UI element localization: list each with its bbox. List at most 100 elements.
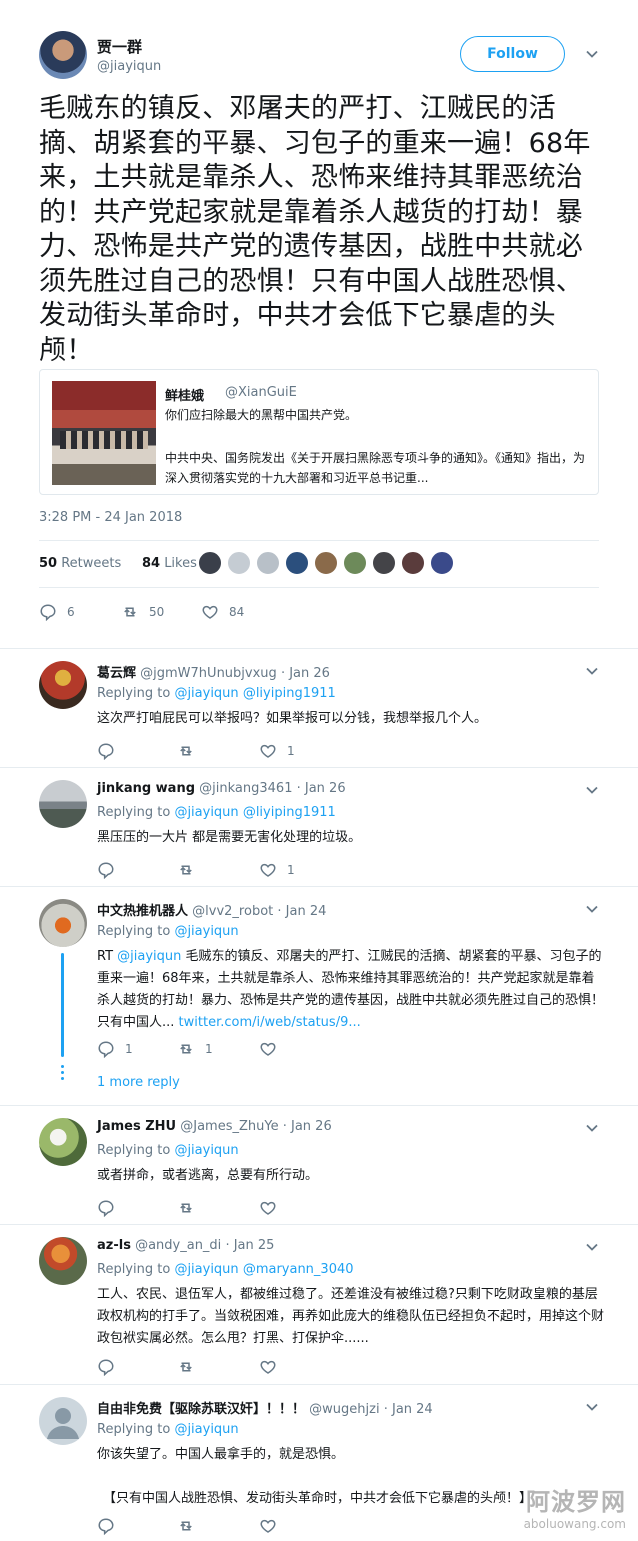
chevron-down-icon[interactable] [585,1240,599,1254]
reply-item[interactable]: az-ls @andy_an_di · Jan 25 Replying to @… [0,1224,638,1384]
mention-link[interactable]: @liyiping1911 [243,805,336,820]
reply-avatar[interactable] [39,1118,87,1166]
retweets-count[interactable]: 50 [39,556,57,571]
reply-item[interactable]: 中文热推机器人 @lvv2_robot · Jan 24 Replying to… [0,886,638,1105]
liker-avatar[interactable] [227,551,251,575]
reply-author-name[interactable]: az-ls [97,1238,131,1253]
like-action[interactable] [259,1039,287,1059]
quoted-text-line2: 中共中央、国务院发出《关于开展扫黑除恶专项斗争的通知》。《通知》指出，为深入贯彻… [165,451,586,485]
reply-action[interactable]: 6 [39,602,75,622]
reply-date[interactable]: Jan 26 [305,781,346,796]
retweet-action[interactable] [177,860,205,880]
liker-avatar[interactable] [256,551,280,575]
liker-avatar[interactable] [343,551,367,575]
follow-button[interactable]: Follow [460,36,565,72]
chevron-down-icon[interactable] [585,1121,599,1135]
author-avatar[interactable] [39,31,87,79]
reply-action[interactable] [97,1357,125,1377]
reply-text: 黑压压的一大片 都是需要无害化处理的垃圾。 [97,830,362,845]
reply-action[interactable] [97,860,125,880]
reply-icon [98,1359,114,1376]
reply-action[interactable] [97,1516,125,1536]
mention-link[interactable]: @jiayiqun [117,949,181,964]
likes-count[interactable]: 84 [142,556,160,571]
like-action[interactable] [259,1516,287,1536]
reply-author-handle[interactable]: @wugehjzi [309,1402,379,1417]
retweet-action[interactable] [177,1516,205,1536]
reply-date[interactable]: Jan 25 [234,1238,275,1253]
reply-author-name[interactable]: jinkang wang [97,781,195,796]
reply-date[interactable]: Jan 26 [291,1119,332,1134]
divider [39,540,599,541]
reply-item[interactable]: James ZHU @James_ZhuYe · Jan 26 Replying… [0,1105,638,1224]
liker-avatar[interactable] [430,551,454,575]
heart-icon [202,605,218,619]
retweet-action[interactable] [177,1198,205,1218]
mention-link[interactable]: @jiayiqun [174,924,238,939]
reply-header: jinkang wang @jinkang3461 · Jan 26 [97,781,346,796]
mention-link[interactable]: @jiayiqun [174,1422,238,1437]
reply-author-handle[interactable]: @jinkang3461 [199,781,292,796]
like-action[interactable]: 1 [259,860,295,880]
tweet-page: 贾一群 @jiayiqun Follow 毛贼东的镇反、邓屠夫的严打、江贼民的活… [0,0,638,1541]
reply-action[interactable] [97,741,125,761]
reply-icon [98,1041,114,1058]
chevron-down-icon[interactable] [585,1400,599,1414]
liker-avatar[interactable] [372,551,396,575]
liker-avatar[interactable] [198,551,222,575]
liker-avatar[interactable] [285,551,309,575]
retweet-action[interactable] [177,1357,205,1377]
like-action[interactable] [259,1357,287,1377]
like-action[interactable]: 84 [201,602,244,622]
mention-link[interactable]: @jiayiqun [174,1262,238,1277]
liker-avatar[interactable] [314,551,338,575]
status-link[interactable]: twitter.com/i/web/status/9... [179,1015,361,1030]
reply-author-handle[interactable]: @andy_an_di [135,1238,221,1253]
mention-link[interactable]: @jiayiqun [174,805,238,820]
reply-item[interactable]: jinkang wang @jinkang3461 · Jan 26 Reply… [0,767,638,886]
mention-link[interactable]: @maryann_3040 [243,1262,354,1277]
chevron-down-icon[interactable] [585,664,599,678]
reply-avatar[interactable] [39,661,87,709]
reply-author-handle[interactable]: @lvv2_robot [192,904,273,919]
retweet-action[interactable] [177,741,205,761]
liker-avatar[interactable] [401,551,425,575]
mention-link[interactable]: @jiayiqun [174,1143,238,1158]
reply-avatar[interactable] [39,1397,87,1445]
retweets-label[interactable]: Retweets [61,556,121,571]
chevron-down-icon[interactable] [585,902,599,916]
retweet-action[interactable]: 50 [121,602,164,622]
reply-author-handle[interactable]: @jgmW7hUnubjvxug [140,666,277,681]
reply-avatar[interactable] [39,780,87,828]
reply-avatar[interactable] [39,1237,87,1285]
reply-author-handle[interactable]: @James_ZhuYe [180,1119,278,1134]
reply-avatar[interactable] [39,899,87,947]
reply-date[interactable]: Jan 24 [392,1402,433,1417]
heart-icon [260,1042,276,1056]
reply-header: James ZHU @James_ZhuYe · Jan 26 [97,1119,332,1134]
reply-date[interactable]: Jan 26 [289,666,330,681]
reply-action[interactable] [97,1198,125,1218]
replying-to: Replying to @jiayiqun @liyiping1911 [97,686,336,701]
mention-link[interactable]: @liyiping1911 [243,686,336,701]
likes-label[interactable]: Likes [164,556,197,571]
like-action[interactable]: 1 [259,741,295,761]
reply-text: RT @jiayiqun 毛贼东的镇反、邓屠夫的严打、江贼民的活摘、胡紧套的平暴… [97,949,605,1030]
mention-link[interactable]: @jiayiqun [174,686,238,701]
quoted-tweet[interactable]: 鲜桂娥 @XianGuiE 你们应扫除最大的黑帮中国共产党。 中共中央、国务院发… [39,369,599,495]
reply-item[interactable]: 葛云辉 @jgmW7hUnubjvxug · Jan 26 Replying t… [0,648,638,767]
more-replies-link[interactable]: 1 more reply [97,1075,180,1090]
author-handle[interactable]: @jiayiqun [97,59,161,74]
reply-author-name[interactable]: 自由非免费【驱除苏联汉奸】！！！ [97,1402,305,1417]
chevron-down-icon[interactable] [585,783,599,797]
chevron-down-icon[interactable] [585,47,599,61]
reply-date[interactable]: Jan 24 [286,904,327,919]
reply-author-name[interactable]: 中文热推机器人 [97,904,188,919]
like-action[interactable] [259,1198,287,1218]
tweet-timestamp[interactable]: 3:28 PM - 24 Jan 2018 [39,510,182,525]
reply-author-name[interactable]: 葛云辉 [97,666,136,681]
reply-action[interactable]: 1 [97,1039,133,1059]
reply-author-name[interactable]: James ZHU [97,1119,176,1134]
retweet-action[interactable]: 1 [177,1039,213,1059]
author-name[interactable]: 贾一群 [97,36,142,57]
